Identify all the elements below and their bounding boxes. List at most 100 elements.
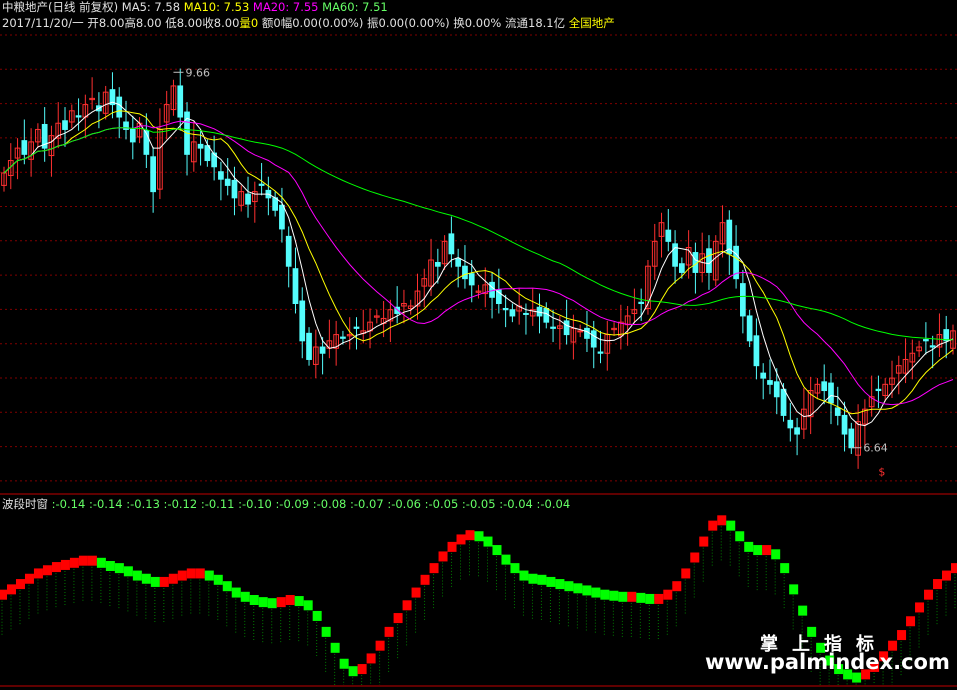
wave-block — [240, 591, 250, 602]
wave-block — [573, 583, 583, 594]
wave-block — [663, 589, 673, 600]
indicator-value: :-0.14 — [51, 497, 89, 511]
candle-body — [319, 346, 326, 354]
candle-body — [177, 85, 184, 118]
wave-block — [600, 589, 610, 600]
candle-body — [875, 388, 882, 392]
wave-block — [168, 573, 178, 584]
candle-body — [794, 427, 800, 435]
quote-turnover: 换0.00% — [453, 16, 502, 30]
price-annotations: 9.66 6.64 $ — [173, 66, 888, 478]
candle-body — [340, 336, 346, 339]
wave-block — [627, 591, 637, 602]
candle-body — [245, 193, 251, 205]
candle-body — [116, 96, 123, 118]
candle-body — [760, 372, 767, 379]
quote-vol: 量0 — [239, 16, 259, 30]
candle-body — [597, 351, 604, 354]
candle-body — [848, 428, 855, 449]
quote-high: 高8.00 — [124, 16, 162, 30]
indicator-name: 波段时窗 — [2, 497, 48, 511]
wave-block — [303, 600, 313, 611]
wave-block — [906, 616, 916, 627]
candles — [1, 68, 956, 469]
wave-block — [69, 557, 79, 568]
indicator-values: :-0.14 :-0.14 :-0.13 :-0.12 :-0.11 :-0.1… — [52, 497, 571, 511]
ma20-label: MA20: 7.55 — [252, 0, 319, 14]
candle-body — [740, 283, 746, 317]
candle-body — [272, 197, 278, 211]
wave-block — [645, 593, 655, 604]
quote-amount: 额0 — [261, 16, 281, 30]
candle-body — [129, 128, 136, 143]
wave-block — [591, 587, 601, 598]
wave-block — [852, 672, 862, 683]
wave-block — [0, 589, 7, 600]
candle-body — [753, 335, 760, 367]
candle-body — [279, 204, 285, 230]
indicator-value: :-0.06 — [387, 497, 425, 511]
candle-body — [62, 120, 68, 130]
candle-body — [21, 140, 28, 155]
candle-body — [197, 143, 204, 149]
wave-block — [942, 570, 952, 581]
wave-block — [78, 555, 88, 566]
wave-block — [717, 515, 727, 526]
wave-block — [357, 664, 367, 675]
wave-block — [321, 626, 331, 637]
wave-block — [312, 610, 322, 621]
indicator-value: :-0.09 — [275, 497, 313, 511]
wave-block — [708, 520, 718, 531]
candle-body — [787, 419, 794, 429]
wave-block — [429, 563, 439, 574]
candle-body — [292, 268, 299, 305]
wave-block — [447, 541, 457, 552]
indicator-value: :-0.10 — [238, 497, 276, 511]
wave-block — [618, 591, 628, 602]
wave-block — [195, 568, 205, 579]
candle-body — [584, 327, 590, 339]
wave-block — [438, 551, 448, 562]
candle-body — [834, 407, 841, 416]
wave-block — [690, 552, 700, 563]
candle-body — [150, 156, 156, 193]
quote-header: 2017/11/20/一 开8.00高8.00 低8.00收8.00量0 额0幅… — [2, 16, 615, 31]
wave-block — [213, 574, 223, 585]
wave-block — [42, 565, 52, 576]
wave-block — [411, 587, 421, 598]
wave-block — [249, 595, 259, 605]
candle-body — [841, 414, 848, 435]
wave-block — [339, 658, 349, 669]
quote-open: 开8.00 — [87, 16, 125, 30]
wave-block — [222, 581, 232, 592]
wave-block — [375, 640, 385, 651]
candle-body — [706, 248, 712, 273]
wave-block — [114, 563, 124, 574]
indicator-value: :-0.04 — [499, 497, 537, 511]
indicator-value: :-0.14 — [88, 497, 127, 511]
wave-block — [681, 568, 691, 579]
wave-block — [636, 592, 646, 603]
wave-block — [780, 563, 790, 574]
wave-block — [132, 570, 142, 581]
candle-body — [204, 145, 211, 162]
wave-block — [753, 545, 763, 556]
wave-block — [330, 642, 340, 653]
candle-body — [306, 332, 312, 360]
indicator-value: :-0.12 — [163, 497, 201, 511]
wave-block — [555, 579, 565, 590]
wave-block — [393, 613, 403, 624]
candle-body — [780, 388, 787, 416]
wave-block — [546, 576, 556, 587]
candle-body — [231, 179, 238, 199]
candle-body — [550, 326, 556, 329]
wave-block — [762, 545, 772, 556]
price-label: 6.64 — [863, 442, 888, 455]
candle-body — [434, 261, 441, 267]
candle-body — [767, 380, 773, 385]
candle-body — [563, 320, 570, 336]
indicator-value: :-0.05 — [424, 497, 462, 511]
candle-body — [502, 307, 509, 311]
wave-block — [510, 563, 520, 574]
wave-block — [465, 530, 475, 541]
